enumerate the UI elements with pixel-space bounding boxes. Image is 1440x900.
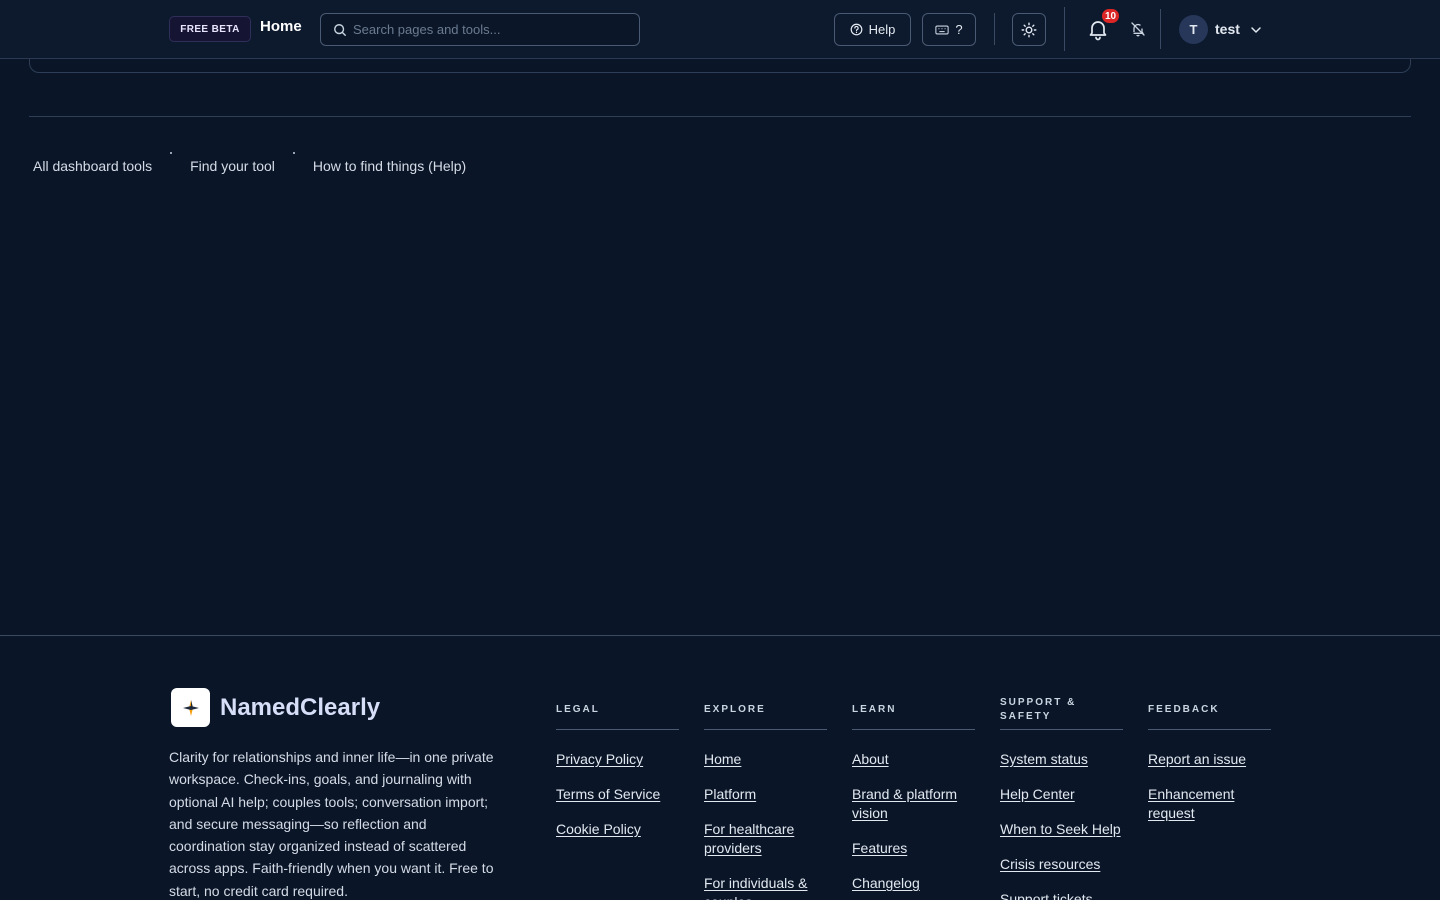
- footer-link-cookie-policy[interactable]: Cookie Policy: [556, 821, 641, 837]
- footer-link-features[interactable]: Features: [852, 840, 907, 856]
- keyboard-shortcuts-button[interactable]: ?: [922, 13, 976, 46]
- quick-links: All dashboard tools Find your tool How t…: [33, 152, 466, 174]
- header-divider: [1064, 7, 1065, 51]
- footer-column-learn: LEARN About Brand & platform vision Feat…: [852, 690, 975, 900]
- chevron-down-icon[interactable]: [1250, 24, 1262, 36]
- footer-heading: EXPLORE: [704, 690, 827, 730]
- logo-icon: [182, 699, 199, 716]
- footer-tagline: Clarity for relationships and inner life…: [169, 749, 494, 899]
- search-bar[interactable]: [320, 13, 640, 46]
- footer-link-report-issue[interactable]: Report an issue: [1148, 751, 1246, 767]
- avatar[interactable]: T: [1179, 15, 1208, 44]
- footer-link-brand-vision[interactable]: Brand & platform vision: [852, 786, 957, 821]
- footer-link-terms-of-service[interactable]: Terms of Service: [556, 786, 660, 802]
- separator-dot: [292, 152, 295, 154]
- footer-heading: LEGAL: [556, 690, 679, 730]
- separator-dot: [170, 152, 173, 154]
- theme-toggle-button[interactable]: [1012, 13, 1046, 46]
- footer-column-legal: LEGAL Privacy Policy Terms of Service Co…: [556, 690, 679, 855]
- username[interactable]: test: [1215, 21, 1240, 37]
- footer-column-feedback: FEEDBACK Report an issue Enhancement req…: [1148, 690, 1271, 839]
- bell-off-icon[interactable]: [1130, 21, 1146, 37]
- notification-count-badge: 10: [1100, 7, 1122, 25]
- footer-link-enhancement-request[interactable]: Enhancement request: [1148, 786, 1234, 821]
- footer-link-changelog[interactable]: Changelog: [852, 875, 920, 891]
- quick-link-help[interactable]: How to find things (Help): [313, 158, 466, 174]
- quick-link-all-tools[interactable]: All dashboard tools: [33, 158, 152, 174]
- free-beta-badge: FREE BETA: [169, 16, 251, 42]
- footer-link-platform[interactable]: Platform: [704, 786, 756, 802]
- keyboard-icon: [935, 25, 950, 34]
- keyboard-shortcuts-label: ?: [955, 22, 963, 37]
- search-icon: [334, 23, 346, 36]
- footer-link-about[interactable]: About: [852, 751, 889, 767]
- footer-heading: FEEDBACK: [1148, 690, 1271, 730]
- footer-link-privacy-policy[interactable]: Privacy Policy: [556, 751, 643, 767]
- footer-column-explore: EXPLORE Home Platform For healthcare pro…: [704, 690, 827, 900]
- footer-link-help-center[interactable]: Help Center: [1000, 786, 1075, 802]
- footer-link-system-status[interactable]: System status: [1000, 751, 1088, 767]
- footer-column-support-safety: SUPPORT & SAFETY System status Help Cent…: [1000, 690, 1123, 900]
- footer-heading: SUPPORT & SAFETY: [1000, 690, 1123, 730]
- footer-divider: [0, 635, 1440, 636]
- help-button-label: Help: [868, 22, 896, 37]
- page-title: Home: [260, 18, 302, 35]
- top-navbar: FREE BETA Home Help ?: [0, 0, 1440, 59]
- search-input[interactable]: [353, 22, 623, 37]
- footer-link-crisis-resources[interactable]: Crisis resources: [1000, 856, 1100, 872]
- sun-icon: [1021, 22, 1037, 38]
- brand-name[interactable]: NamedClearly: [220, 694, 380, 722]
- footer-link-home[interactable]: Home: [704, 751, 741, 767]
- footer-link-individuals-couples[interactable]: For individuals & couples: [704, 875, 808, 900]
- header-divider: [1160, 9, 1161, 49]
- footer-link-healthcare-providers[interactable]: For healthcare providers: [704, 821, 794, 856]
- section-divider: [29, 116, 1411, 117]
- footer-link-when-to-seek-help[interactable]: When to Seek Help: [1000, 821, 1121, 837]
- footer-heading: LEARN: [852, 690, 975, 730]
- header-divider: [994, 13, 995, 45]
- footer-link-support-tickets[interactable]: Support tickets: [1000, 891, 1093, 900]
- help-button[interactable]: Help: [834, 13, 911, 46]
- brand-logo[interactable]: [171, 688, 210, 727]
- help-circle-icon: [850, 23, 863, 36]
- quick-link-find-tool[interactable]: Find your tool: [190, 158, 275, 174]
